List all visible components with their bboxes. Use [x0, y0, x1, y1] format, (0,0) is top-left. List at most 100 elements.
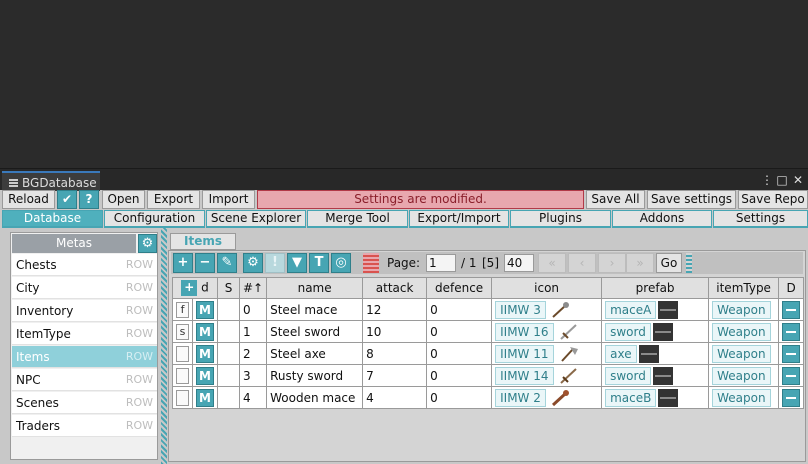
- meta-item-inventory[interactable]: Inventory ROW: [12, 300, 157, 322]
- column-header-prefab[interactable]: prefab: [601, 277, 710, 299]
- tab-scene-explorer[interactable]: Scene Explorer: [206, 210, 306, 228]
- check-icon[interactable]: ✔: [57, 190, 77, 209]
- restore-icon[interactable]: □: [775, 171, 789, 189]
- paint-icon[interactable]: T: [309, 253, 329, 273]
- filter-icon[interactable]: ▼: [287, 253, 307, 273]
- column-header-defence[interactable]: defence: [426, 277, 493, 299]
- tab-database[interactable]: Database: [2, 210, 103, 228]
- row-name[interactable]: Steel axe: [266, 342, 364, 365]
- save-settings-button[interactable]: Save settings: [647, 190, 736, 209]
- tab-plugins[interactable]: Plugins: [510, 210, 611, 228]
- row-m-button[interactable]: M: [196, 388, 214, 407]
- row-flag-cell[interactable]: [172, 364, 193, 387]
- row-prefab-ref[interactable]: maceB: [605, 388, 657, 407]
- save-all-button[interactable]: Save All: [586, 190, 645, 209]
- meta-item-chests[interactable]: Chests ROW: [12, 254, 157, 276]
- row-prefab-ref[interactable]: axe: [605, 344, 637, 363]
- row-defence[interactable]: 0: [426, 320, 493, 343]
- row-m-button[interactable]: M: [196, 366, 214, 385]
- row-name[interactable]: Wooden mace: [266, 386, 364, 409]
- column-header-icon[interactable]: icon: [491, 277, 603, 299]
- tab-configuration[interactable]: Configuration: [104, 210, 205, 228]
- row-attack[interactable]: 12: [362, 298, 428, 321]
- meta-item-scenes[interactable]: Scenes ROW: [12, 392, 157, 414]
- row-s-cell[interactable]: [217, 342, 240, 365]
- reload-button[interactable]: Reload: [2, 190, 55, 209]
- row-attack[interactable]: 7: [362, 364, 428, 387]
- last-page-icon[interactable]: »: [626, 253, 654, 273]
- column-header-index[interactable]: #↑: [238, 277, 268, 299]
- meta-item-items[interactable]: Items ROW: [12, 346, 157, 368]
- column-header-itemtype[interactable]: itemType: [708, 277, 780, 299]
- column-header-name[interactable]: name: [266, 277, 364, 299]
- column-header-d[interactable]: D: [778, 277, 805, 299]
- row-name[interactable]: Steel sword: [266, 320, 364, 343]
- meta-item-npc[interactable]: NPC ROW: [12, 369, 157, 391]
- column-header-s[interactable]: S: [217, 277, 240, 299]
- row-flag[interactable]: [176, 389, 189, 406]
- row-m-button[interactable]: M: [196, 300, 214, 319]
- tab-addons[interactable]: Addons: [612, 210, 712, 228]
- row-defence[interactable]: 0: [426, 364, 493, 387]
- metas-gear-icon[interactable]: ⚙: [138, 234, 157, 253]
- delete-row-icon[interactable]: [782, 300, 801, 319]
- row-s-cell[interactable]: [217, 364, 240, 387]
- row-itemtype-ref[interactable]: Weapon: [712, 300, 771, 319]
- row-itemtype-ref[interactable]: Weapon: [712, 322, 771, 341]
- row-s-cell[interactable]: [217, 298, 240, 321]
- go-button[interactable]: Go: [656, 253, 682, 273]
- column-header-id[interactable]: + d: [172, 277, 218, 299]
- open-button[interactable]: Open: [102, 190, 145, 209]
- import-button[interactable]: Import: [202, 190, 255, 209]
- target-icon[interactable]: ◎: [331, 253, 351, 273]
- first-page-icon[interactable]: «: [538, 253, 566, 273]
- page-size-input[interactable]: 40: [504, 254, 534, 272]
- prev-page-icon[interactable]: ‹: [568, 253, 596, 273]
- tab-export-import[interactable]: Export/Import: [409, 210, 509, 228]
- row-itemtype-ref[interactable]: Weapon: [712, 344, 771, 363]
- add-row-button[interactable]: +: [173, 253, 193, 273]
- window-tab[interactable]: BGDatabase: [2, 171, 100, 191]
- tab-settings[interactable]: Settings: [713, 210, 808, 228]
- meta-item-itemtype[interactable]: ItemType ROW: [12, 323, 157, 345]
- row-m-button[interactable]: M: [196, 344, 214, 363]
- next-page-icon[interactable]: ›: [598, 253, 626, 273]
- help-icon[interactable]: ?: [79, 190, 99, 209]
- edit-icon[interactable]: ✎: [217, 253, 237, 273]
- row-prefab-ref[interactable]: sword: [605, 322, 651, 341]
- remove-row-button[interactable]: −: [195, 253, 215, 273]
- settings-gear-icon[interactable]: ⚙: [243, 253, 263, 273]
- kebab-menu-icon[interactable]: ⋮: [760, 171, 774, 189]
- row-flag-cell[interactable]: s: [172, 320, 193, 343]
- panel-splitter[interactable]: [161, 228, 167, 464]
- save-repo-button[interactable]: Save Repo: [738, 190, 808, 209]
- export-button[interactable]: Export: [147, 190, 200, 209]
- row-defence[interactable]: 0: [426, 342, 493, 365]
- row-icon-ref[interactable]: IIMW 16: [495, 322, 554, 341]
- tab-merge-tool[interactable]: Merge Tool: [307, 210, 408, 228]
- row-icon-ref[interactable]: IIMW 3: [495, 300, 546, 319]
- add-column-icon[interactable]: +: [181, 280, 198, 296]
- row-attack[interactable]: 8: [362, 342, 428, 365]
- meta-item-city[interactable]: City ROW: [12, 277, 157, 299]
- delete-row-icon[interactable]: [782, 388, 801, 407]
- row-attack[interactable]: 10: [362, 320, 428, 343]
- row-attack[interactable]: 4: [362, 386, 428, 409]
- row-flag-cell[interactable]: [172, 342, 193, 365]
- row-s-cell[interactable]: [217, 320, 240, 343]
- row-flag[interactable]: [176, 367, 189, 384]
- row-flag[interactable]: f: [176, 301, 189, 318]
- row-itemtype-ref[interactable]: Weapon: [712, 388, 771, 407]
- row-icon-ref[interactable]: IIMW 11: [495, 344, 554, 363]
- row-s-cell[interactable]: [217, 386, 240, 409]
- row-name[interactable]: Rusty sword: [266, 364, 364, 387]
- row-flag-cell[interactable]: f: [172, 298, 193, 321]
- delete-row-icon[interactable]: [782, 366, 801, 385]
- column-header-attack[interactable]: attack: [362, 277, 428, 299]
- tab-items[interactable]: Items: [170, 233, 236, 250]
- delete-row-icon[interactable]: [782, 344, 801, 363]
- page-input[interactable]: 1: [426, 254, 456, 272]
- meta-item-traders[interactable]: Traders ROW: [12, 415, 157, 437]
- row-icon-ref[interactable]: IIMW 2: [495, 388, 546, 407]
- row-m-button[interactable]: M: [196, 322, 214, 341]
